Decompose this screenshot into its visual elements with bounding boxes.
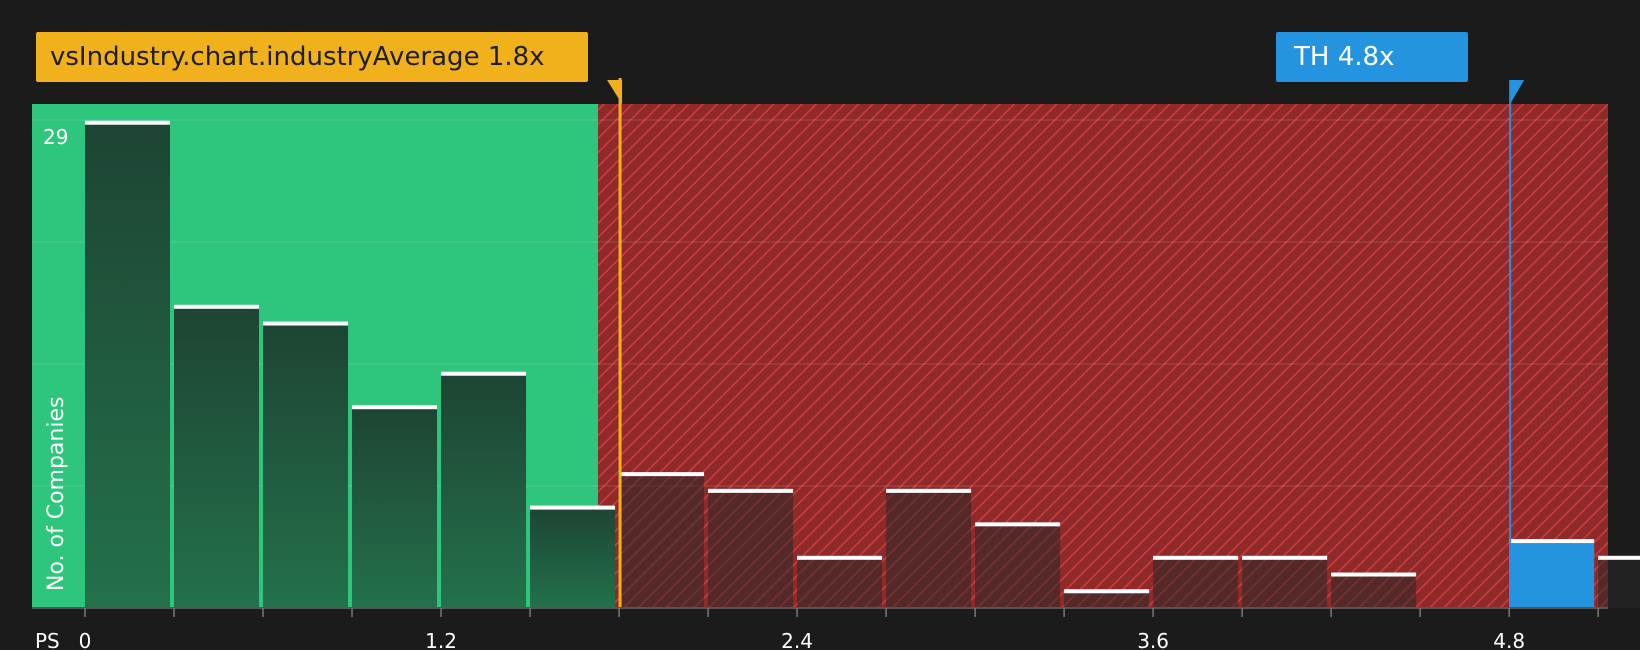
histogram-bar [441,373,527,608]
histogram-bar-cap [708,488,794,493]
histogram-bar [85,122,171,608]
company-callout: TH 4.8x [1276,32,1468,82]
x-tick-label: 0 [79,629,92,650]
histogram-bar [174,306,260,608]
histogram-bar [886,490,972,608]
histogram-bar [1598,557,1640,608]
x-tick-label: 1.2 [425,629,457,650]
histogram-bar [708,490,794,608]
histogram-bar-cap [352,405,438,410]
industry-average-value: 1.8x [487,42,545,72]
histogram-bar [975,524,1061,608]
histogram-bar [1331,574,1417,608]
histogram-bar-cap [1509,539,1595,544]
histogram-bar-cap [1331,572,1417,577]
histogram-bar-cap [1153,555,1239,560]
company-ticker-label: TH [1294,42,1330,72]
x-tick-label: 4.8 [1493,629,1525,650]
x-axis-unit-label: PS [35,629,60,650]
industry-average-label: vsIndustry.chart.industryAverage [50,42,480,72]
histogram-bar [1153,557,1239,608]
histogram-bar-cap [441,371,527,376]
histogram-bar [1242,557,1328,608]
histogram-bar-cap [886,488,972,493]
histogram-bar [797,557,883,608]
histogram-bar-cap [975,522,1061,527]
x-tick-label: 3.6 [1137,629,1169,650]
histogram-bar-cap [85,120,171,125]
histogram-bar [619,474,705,608]
histogram-bar-cap [174,304,260,309]
y-axis-label: No. of Companies [44,397,69,591]
company-value-pointer [1510,80,1525,104]
histogram-bar [1064,591,1150,608]
y-top-value-label: 29 [43,125,68,149]
histogram-bar-cap [1242,555,1328,560]
company-value: 4.8x [1337,42,1395,72]
histogram-bar-highlight [1509,541,1595,608]
histogram-bar-cap [1598,555,1640,560]
industry-average-callout: vsIndustry.chart.industryAverage 1.8x [36,32,588,82]
histogram-bar-cap [1064,589,1150,594]
histogram-bar [352,407,438,608]
x-tick-label: 2.4 [781,629,813,650]
ps-histogram-chart: 01.22.43.64.86+ No. of Companies 29 PS [32,78,1640,650]
histogram-bar-cap [797,555,883,560]
histogram-bar-cap [530,505,616,510]
histogram-bar [263,323,349,608]
histogram-bar-cap [619,472,705,477]
histogram-bar [530,507,616,608]
histogram-bar-cap [263,321,349,326]
